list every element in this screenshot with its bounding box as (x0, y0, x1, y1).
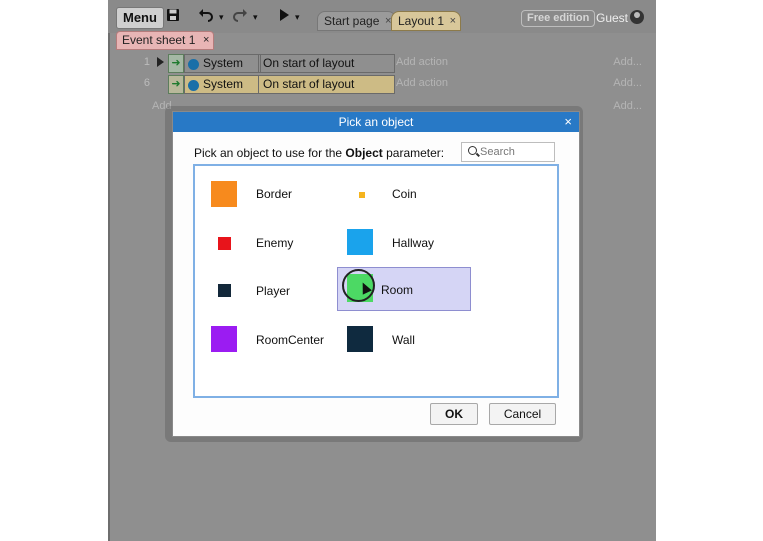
ok-button[interactable]: OK (430, 403, 478, 425)
object-swatch (359, 192, 365, 198)
tab-label: Event sheet 1 (122, 33, 196, 47)
close-icon[interactable]: × (203, 32, 209, 49)
cancel-button[interactable]: Cancel (489, 403, 556, 425)
object-swatch (347, 229, 373, 255)
user-icon[interactable] (630, 10, 644, 24)
dialog-title-text: Pick an object (338, 115, 414, 129)
object-name: Enemy (256, 236, 294, 250)
condition-text[interactable]: On start of layout (258, 54, 395, 73)
object-item-wall[interactable]: Wall (343, 320, 475, 360)
object-swatch (211, 181, 237, 207)
object-name: Border (256, 187, 293, 201)
gear-icon (188, 80, 199, 91)
object-name: Player (256, 284, 291, 298)
event-row[interactable]: 6 ➜ System On start of layout Add action… (108, 74, 656, 94)
object-name: Hallway (392, 236, 435, 250)
search-box[interactable] (461, 142, 555, 162)
dialog-prompt: Pick an object to use for the Object par… (194, 146, 444, 160)
search-input[interactable] (480, 144, 550, 159)
prompt-text-end: parameter: (382, 146, 445, 160)
object-item-roomcenter[interactable]: RoomCenter (207, 320, 339, 360)
play-dropdown-icon[interactable]: ▾ (295, 8, 300, 26)
condition-text[interactable]: On start of layout (258, 75, 395, 94)
object-name: System (203, 56, 244, 70)
dialog-title: Pick an object × (173, 112, 579, 132)
arrow-right-icon: ➜ (168, 75, 184, 94)
object-item-border[interactable]: Border (207, 174, 339, 214)
tab-event-sheet[interactable]: Event sheet 1 × (116, 31, 215, 50)
redo-dropdown-icon[interactable]: ▾ (253, 8, 258, 26)
expand-arrow-icon[interactable] (157, 57, 164, 67)
prompt-text: Pick an object to use for the (194, 146, 346, 160)
search-icon (468, 146, 477, 155)
save-icon[interactable] (166, 8, 180, 26)
object-item-coin[interactable]: Coin (343, 174, 475, 214)
gear-icon (188, 59, 199, 70)
add-link[interactable]: Add... (613, 53, 642, 72)
user-name[interactable]: Guest (596, 11, 628, 25)
object-name: Room (381, 283, 414, 297)
add-action-link[interactable]: Add action (396, 53, 448, 72)
object-item-enemy[interactable]: Enemy (207, 223, 339, 263)
redo-icon[interactable] (232, 8, 248, 26)
menu-button[interactable]: Menu (116, 7, 164, 29)
object-list: Border Coin Enemy Hallway Player Room Ro… (193, 164, 559, 398)
condition-object[interactable]: System (184, 54, 261, 73)
object-item-room[interactable]: Room (337, 267, 471, 311)
tab-label: Layout 1 (398, 14, 445, 28)
condition-object[interactable]: System (184, 75, 261, 94)
object-name: Wall (392, 333, 415, 347)
add-link[interactable]: Add... (613, 74, 642, 93)
tab-label: Start page (324, 14, 380, 28)
toolbar: Menu ▾ ▾ ▾ Start page × Layout 1 × Free … (108, 0, 656, 33)
add-link[interactable]: Add... (613, 97, 642, 116)
event-number: 1 (143, 56, 150, 68)
edition-badge[interactable]: Free edition (521, 10, 596, 27)
event-row[interactable]: 1 ➜ System On start of layout Add action… (108, 53, 656, 73)
object-item-hallway[interactable]: Hallway (343, 223, 475, 263)
object-swatch (211, 326, 237, 352)
tab-layout-1[interactable]: Layout 1 × (391, 11, 462, 31)
object-name: Coin (392, 187, 417, 201)
object-name: RoomCenter (256, 333, 325, 347)
close-icon[interactable]: × (564, 112, 572, 132)
object-swatch (347, 326, 373, 352)
object-swatch (218, 284, 231, 297)
event-number: 6 (143, 77, 150, 89)
object-item-player[interactable]: Player (207, 271, 339, 311)
undo-dropdown-icon[interactable]: ▾ (219, 8, 224, 26)
play-icon[interactable] (278, 8, 290, 26)
arrow-right-icon: ➜ (168, 54, 184, 73)
tab-start-page[interactable]: Start page × (317, 11, 397, 31)
add-action-link[interactable]: Add action (396, 74, 448, 93)
object-swatch (218, 237, 231, 250)
prompt-param: Object (345, 146, 383, 160)
pick-object-dialog: Pick an object × Pick an object to use f… (172, 111, 580, 437)
object-name: System (203, 77, 244, 91)
close-icon[interactable]: × (450, 12, 456, 30)
undo-icon[interactable] (198, 8, 214, 26)
